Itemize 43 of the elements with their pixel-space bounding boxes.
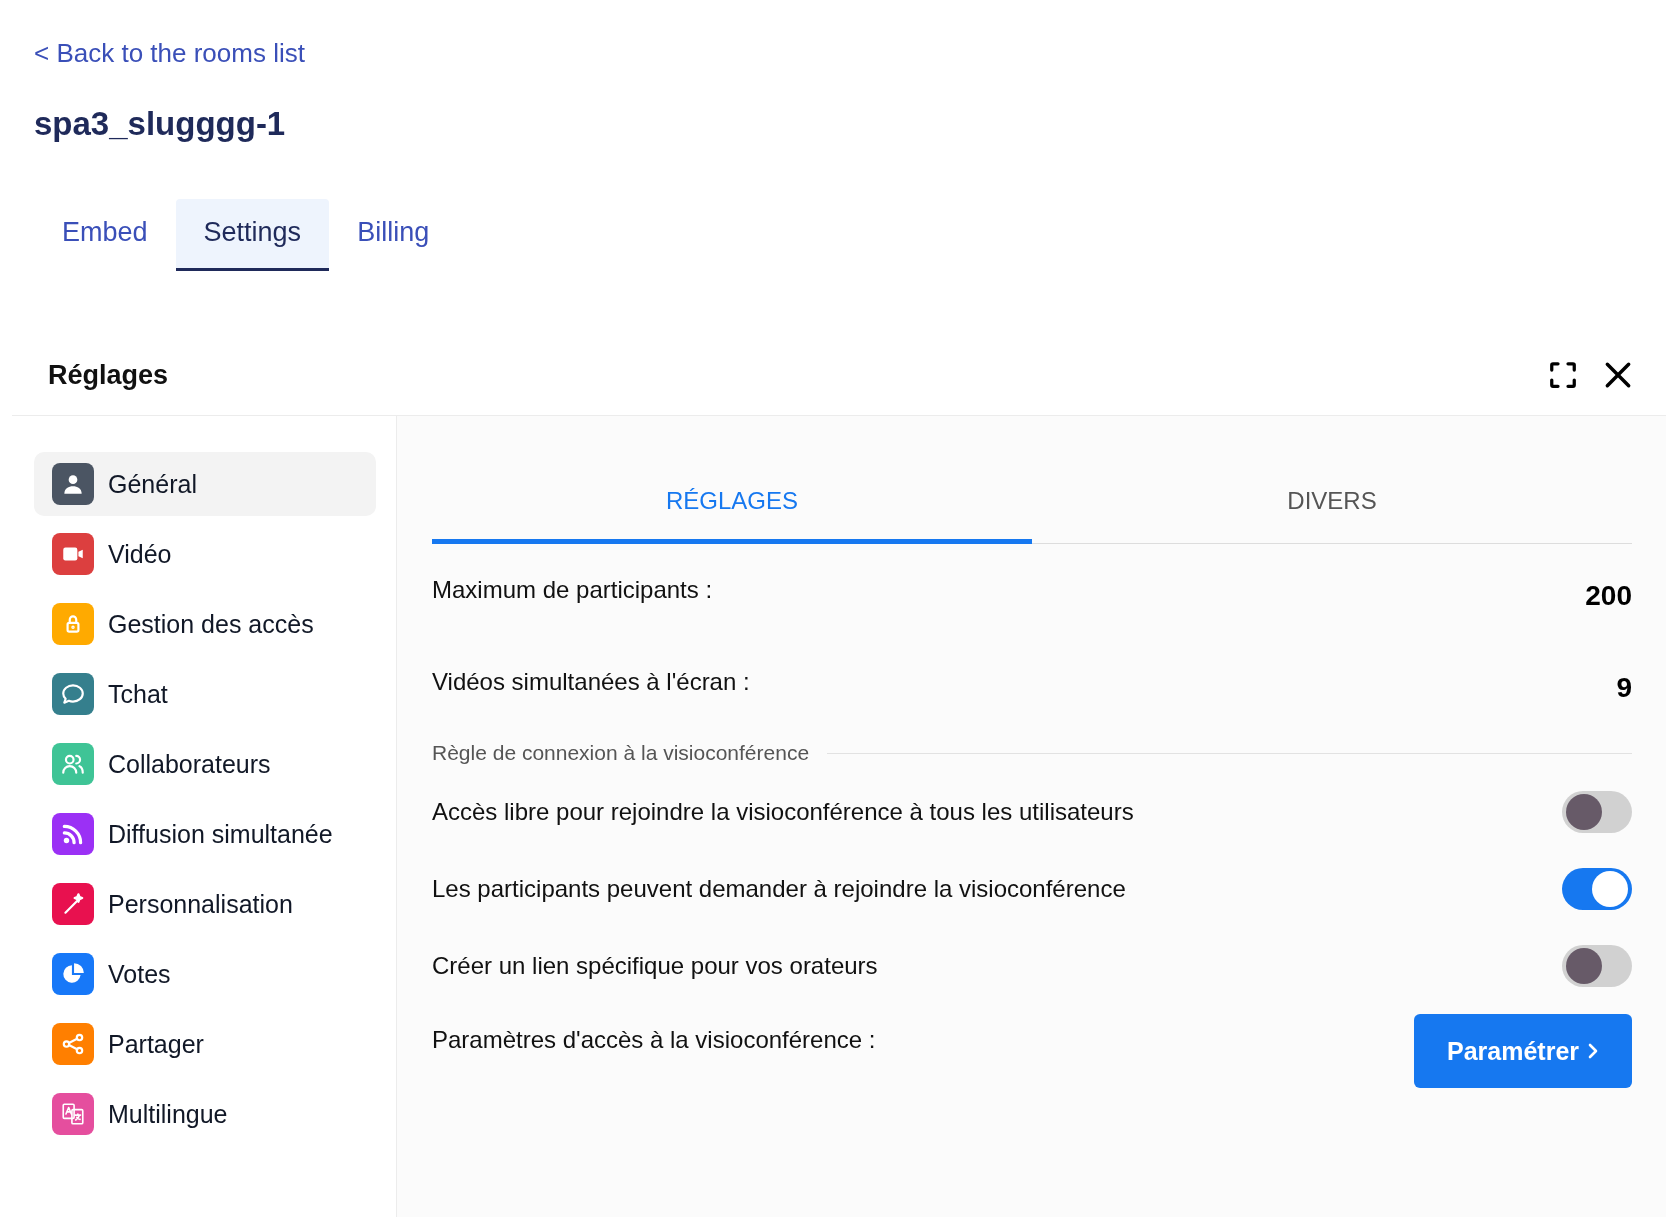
chevron-icon (1587, 1042, 1599, 1060)
tab[interactable]: RÉGLAGES (432, 462, 1032, 544)
sidebar-item[interactable]: Votes (34, 942, 376, 1006)
sidebar-item[interactable]: Personnalisation (34, 872, 376, 936)
toggle-label: Accès libre pour rejoindre la visioconférence à tous les utilisateurs (432, 797, 1134, 826)
field-label: Maximum de participants : (432, 576, 713, 604)
sidebar-item[interactable]: Diffusion simultanée (34, 802, 376, 866)
sidebar-item-label: Diffusion simultanée (108, 819, 333, 849)
configure-button[interactable]: Paramétrer (1414, 1014, 1632, 1088)
room-title: spa3_slugggg-1 (34, 105, 286, 143)
sidebar-item-label: Tchat (108, 679, 168, 709)
sidebar-item-label: Général (108, 469, 197, 499)
toggle-switch[interactable] (1562, 944, 1632, 987)
tab[interactable]: Billing (329, 199, 458, 271)
sidebar-item-label: Collaborateurs (108, 749, 271, 779)
sidebar-item-label: Partager (108, 1029, 204, 1059)
toggle-switch[interactable] (1562, 867, 1632, 910)
panel-title: Réglages (48, 359, 169, 391)
sidebar-item[interactable]: Partager (34, 1012, 376, 1076)
back-link[interactable]: < Back to the rooms list (34, 38, 305, 69)
tab[interactable]: DIVERS (1032, 462, 1632, 544)
tab[interactable]: Embed (34, 199, 176, 271)
sidebar-item[interactable]: Tchat (34, 662, 376, 726)
sidebar-item-label: Multilingue (108, 1099, 228, 1129)
toggle-label: Les participants peuvent demander à rejoindre la visioconférence (432, 874, 1126, 903)
field-value: 200 (1585, 580, 1632, 612)
sidebar-item[interactable]: Gestion des accès (34, 592, 376, 656)
field-label: Vidéos simultanées à l'écran : (432, 668, 750, 696)
field-label: Paramètres d'accès à la visioconférence : (432, 1026, 876, 1054)
tab[interactable]: Settings (175, 199, 330, 271)
sidebar-item[interactable]: Multilingue (34, 1082, 376, 1146)
sidebar-item-label: Votes (108, 959, 171, 989)
sidebar-item[interactable]: Vidéo (34, 522, 376, 586)
sidebar-item-label: Gestion des accès (108, 609, 314, 639)
field-value: 9 (1616, 672, 1632, 704)
sidebar-item[interactable]: Collaborateurs (34, 732, 376, 796)
sidebar-item-label: Personnalisation (108, 889, 293, 919)
toggle-label: Créer un lien spécifique pour vos orateurs (432, 951, 878, 980)
toggle-switch[interactable] (1562, 790, 1632, 833)
section-title: Règle de connexion à la visioconférence (432, 741, 810, 765)
fullscreen-icon[interactable] (1548, 360, 1578, 390)
sidebar-item[interactable]: Général (34, 452, 376, 516)
sidebar-item-label: Vidéo (108, 539, 172, 569)
